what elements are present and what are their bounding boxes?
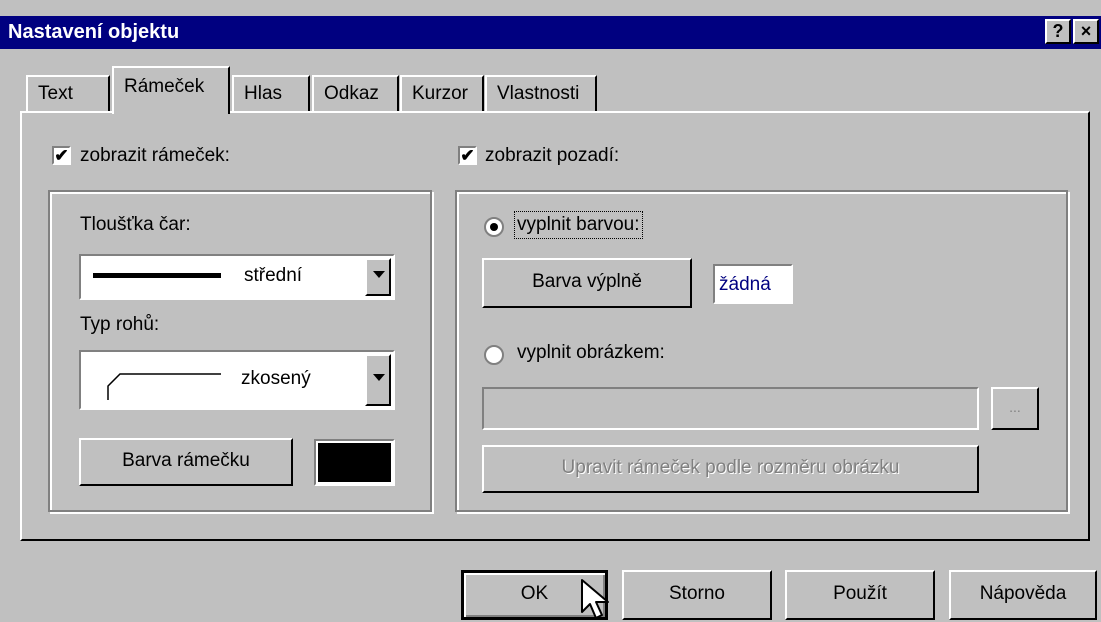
- help-button[interactable]: ?: [1045, 19, 1071, 44]
- tab-hlas[interactable]: Hlas: [232, 75, 310, 113]
- tab-ramecek[interactable]: Rámeček: [112, 66, 230, 114]
- tab-text[interactable]: Text: [26, 75, 110, 113]
- cancel-button[interactable]: Storno: [622, 570, 772, 620]
- title-bar[interactable]: Nastavení objektu ? ×: [0, 16, 1101, 49]
- close-icon: ×: [1080, 21, 1092, 41]
- tab-kurzor[interactable]: Kurzor: [400, 75, 484, 113]
- apply-button[interactable]: Použít: [785, 570, 935, 620]
- mouse-cursor-icon: [581, 579, 609, 619]
- dialog-window: Nastavení objektu ? × Text Rámeček Hlas …: [0, 0, 1101, 622]
- help-footer-button[interactable]: Nápověda: [949, 570, 1097, 620]
- tab-vlastnosti[interactable]: Vlastnosti: [485, 75, 597, 113]
- window-title: Nastavení objektu: [8, 21, 180, 43]
- tab-panel: [20, 111, 1090, 541]
- tab-odkaz[interactable]: Odkaz: [312, 75, 399, 113]
- close-button[interactable]: ×: [1073, 19, 1099, 44]
